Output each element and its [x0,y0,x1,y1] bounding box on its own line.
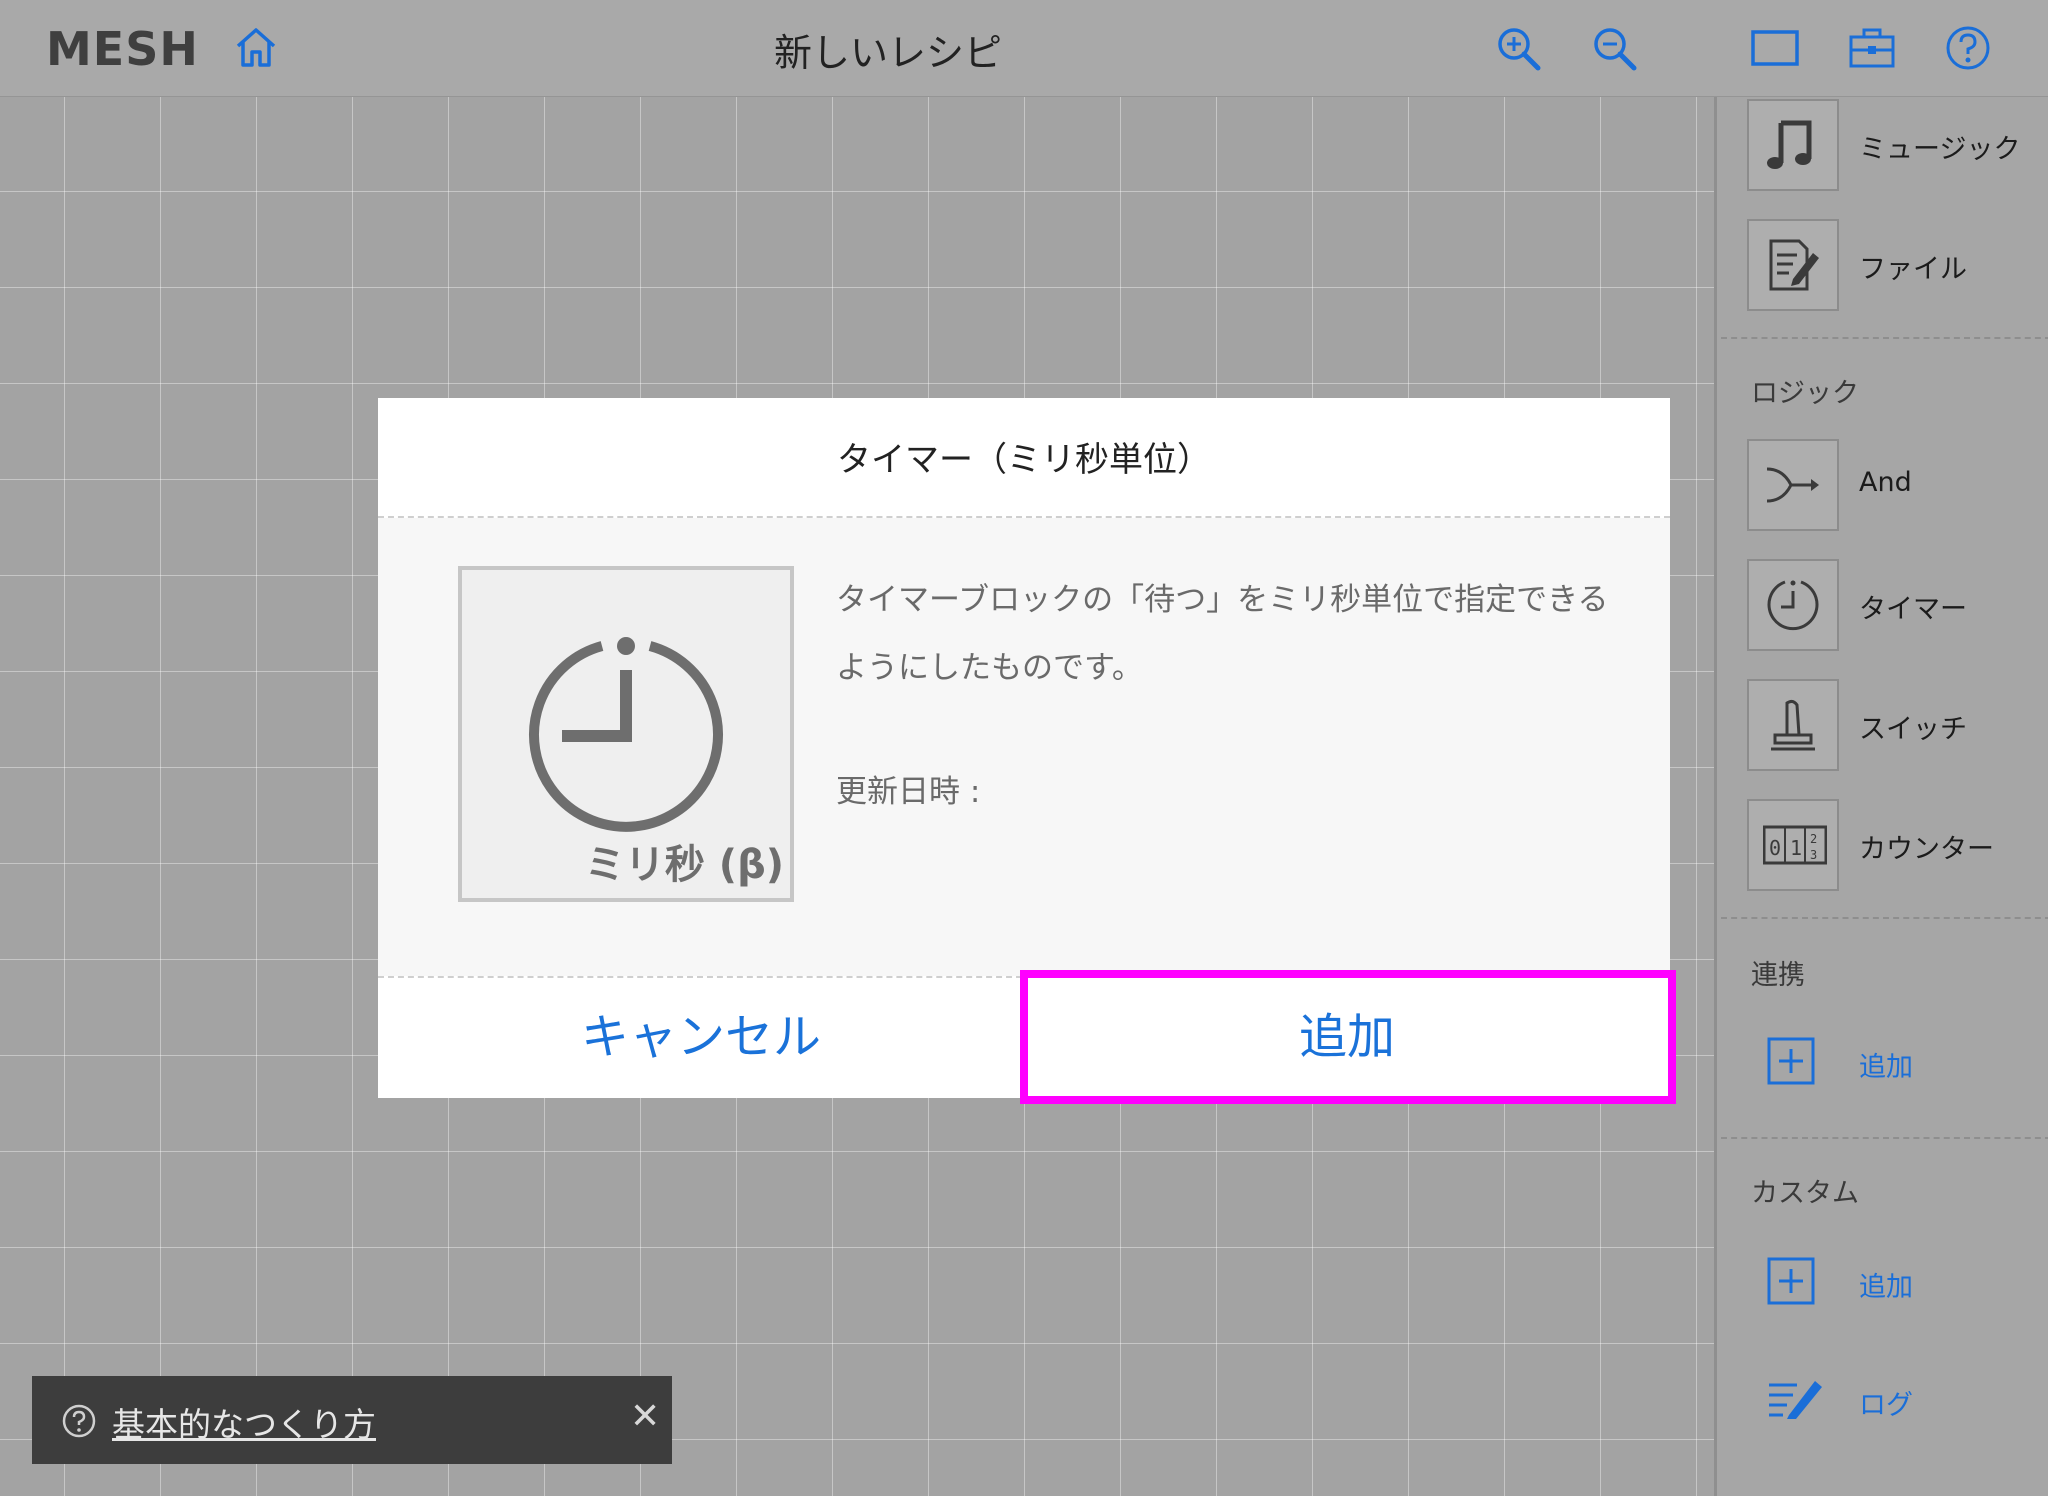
and-block-tile [1747,439,1839,531]
tutorial-link[interactable]: 基本的なつくり方 [112,1398,376,1446]
block-timer[interactable]: タイマー [1747,559,2037,651]
file-edit-icon [1769,239,1819,291]
thumbnail-label: ミリ秒 (β) [584,842,784,888]
block-label: カウンター [1859,834,1994,865]
cancel-button[interactable]: キャンセル [378,978,1024,1098]
log-label: ログ [1859,1390,1913,1421]
block-thumbnail: ミリ秒 (β) [458,566,794,902]
plus-icon [1767,1257,1815,1309]
block-file[interactable]: ファイル [1747,219,2037,311]
block-sidebar: ミュージック ファイル ロジック And タイマー スイッチ 0 1 2 3 カ… [1714,97,2048,1496]
plus-icon [1767,1037,1815,1089]
counter-icon: 0 1 2 3 [1763,825,1827,865]
help-icon[interactable] [1944,24,1992,72]
zoom-out-icon[interactable] [1590,24,1640,74]
close-icon[interactable]: ✕ [630,1396,660,1437]
add-label: 追加 [1859,1272,1913,1303]
svg-text:0: 0 [1769,836,1781,860]
block-info-dialog: タイマー（ミリ秒単位） ミリ秒 (β) タイマーブロックの「待つ」をミリ秒単位で… [378,398,1670,1098]
top-bar: MESH 新しいレシピ [0,0,2048,97]
file-block-tile [1747,219,1839,311]
zoom-in-icon[interactable] [1494,24,1544,74]
block-music[interactable]: ミュージック [1747,99,2037,191]
log-button[interactable]: ログ [1747,1355,2037,1447]
timer-icon [1767,580,1819,631]
and-icon [1766,467,1819,503]
counter-block-tile: 0 1 2 3 [1747,799,1839,891]
svg-text:1: 1 [1790,836,1802,860]
add-label: 追加 [1859,1052,1913,1083]
block-counter[interactable]: 0 1 2 3 カウンター [1747,799,2037,891]
block-label: スイッチ [1859,714,1967,745]
dialog-description: タイマーブロックの「待つ」をミリ秒単位で指定できるようにしたものです。 [836,582,1609,686]
block-label: ミュージック [1859,134,2021,165]
section-divider [1721,337,2048,339]
switch-icon [1771,699,1815,751]
section-divider [1721,917,2048,919]
dialog-title: タイマー（ミリ秒単位） [837,440,1211,480]
block-label: And [1859,467,1912,498]
custom-add-button[interactable]: 追加 [1747,1237,2037,1329]
dialog-actions: キャンセル 追加 [378,976,1670,1098]
section-title-link: 連携 [1751,960,1805,991]
svg-text:2: 2 [1810,832,1817,846]
section-title-custom: カスタム [1751,1178,1859,1209]
link-add-button[interactable]: 追加 [1747,1017,2037,1109]
switch-block-tile [1747,679,1839,771]
dialog-header: タイマー（ミリ秒単位） [378,398,1670,518]
updated-at-label: 更新日時 : [836,774,981,810]
section-divider [1721,1137,2048,1139]
music-note-icon [1767,120,1812,169]
toolbox-icon[interactable] [1848,26,1896,70]
canvas-frame-icon[interactable] [1750,28,1800,68]
svg-text:3: 3 [1810,848,1817,862]
timer-block-tile [1747,559,1839,651]
tutorial-toast: 基本的なつくり方 ✕ [32,1376,672,1464]
block-label: ファイル [1859,254,1967,285]
block-label: タイマー [1859,594,1967,625]
add-button[interactable]: 追加 [1024,978,1670,1098]
block-switch[interactable]: スイッチ [1747,679,2037,771]
help-icon [62,1404,96,1442]
log-edit-icon [1767,1375,1823,1423]
music-block-tile [1747,99,1839,191]
block-and[interactable]: And [1747,439,2037,531]
section-title-logic: ロジック [1751,378,1859,409]
